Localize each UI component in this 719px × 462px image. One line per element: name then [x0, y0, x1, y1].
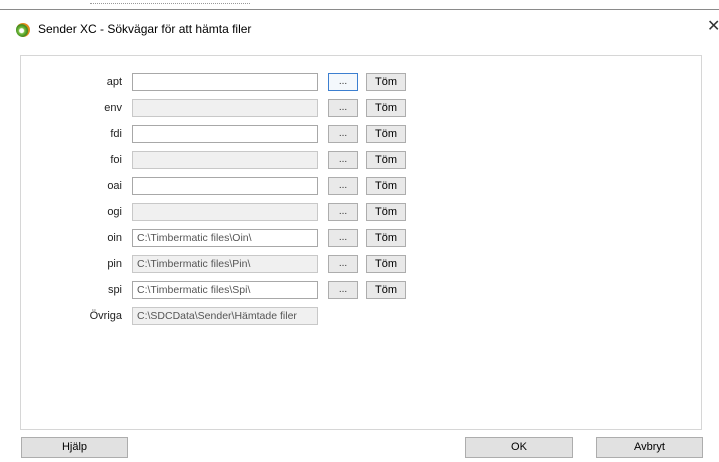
path-field-env — [132, 99, 318, 117]
cancel-button[interactable]: Avbryt — [596, 437, 703, 458]
row-label-fdi: fdi — [110, 128, 122, 140]
window-title: Sender XC - Sökvägar för att hämta filer — [38, 22, 252, 36]
clear-button-spi[interactable]: Töm — [366, 281, 406, 299]
browse-button-ogi[interactable]: ... — [328, 203, 358, 221]
path-field-oai[interactable] — [132, 177, 318, 195]
clear-button-ogi[interactable]: Töm — [366, 203, 406, 221]
clear-button-oai[interactable]: Töm — [366, 177, 406, 195]
path-field-oin[interactable]: C:\Timbermatic files\Oin\ — [132, 229, 318, 247]
clear-button-fdi[interactable]: Töm — [366, 125, 406, 143]
clear-button-apt[interactable]: Töm — [366, 73, 406, 91]
row-label-ogi: ogi — [107, 206, 122, 218]
row-label-other: Övriga — [89, 310, 122, 322]
browse-button-fdi[interactable]: ... — [328, 125, 358, 143]
ok-button[interactable]: OK — [465, 437, 573, 458]
path-field-other: C:\SDCData\Sender\Hämtade filer — [132, 307, 318, 325]
path-field-foi — [132, 151, 318, 169]
background-window-fragment — [90, 0, 250, 4]
browse-button-env[interactable]: ... — [328, 99, 358, 117]
path-field-ogi — [132, 203, 318, 221]
browse-button-pin[interactable]: ... — [328, 255, 358, 273]
row-label-oai: oai — [107, 180, 122, 192]
app-logo-icon — [16, 23, 30, 37]
clear-button-oin[interactable]: Töm — [366, 229, 406, 247]
browse-button-oin[interactable]: ... — [328, 229, 358, 247]
clear-button-env[interactable]: Töm — [366, 99, 406, 117]
help-button[interactable]: Hjälp — [21, 437, 128, 458]
close-icon[interactable]: ✕ — [707, 19, 719, 35]
path-field-pin: C:\Timbermatic files\Pin\ — [132, 255, 318, 273]
row-label-apt: apt — [106, 76, 122, 88]
browse-button-apt[interactable]: ... — [328, 73, 358, 91]
paths-panel — [20, 55, 702, 430]
clear-button-pin[interactable]: Töm — [366, 255, 406, 273]
row-label-env: env — [104, 102, 122, 114]
browse-button-foi[interactable]: ... — [328, 151, 358, 169]
browse-button-spi[interactable]: ... — [328, 281, 358, 299]
row-label-foi: foi — [110, 154, 122, 166]
row-label-pin: pin — [107, 258, 122, 270]
clear-button-foi[interactable]: Töm — [366, 151, 406, 169]
path-field-spi[interactable]: C:\Timbermatic files\Spi\ — [132, 281, 318, 299]
title-bar: Sender XC - Sökvägar för att hämta filer… — [0, 10, 719, 44]
path-field-fdi[interactable] — [132, 125, 318, 143]
row-label-spi: spi — [107, 284, 122, 296]
path-field-apt[interactable] — [132, 73, 318, 91]
browse-button-oai[interactable]: ... — [328, 177, 358, 195]
row-label-oin: oin — [107, 232, 122, 244]
